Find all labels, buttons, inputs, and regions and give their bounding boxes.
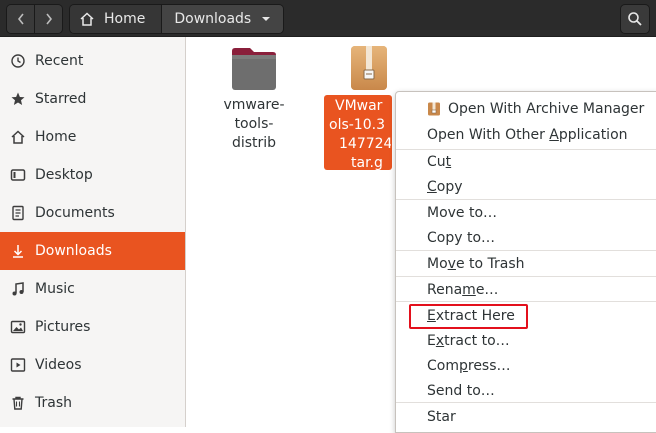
menu-separator <box>396 301 656 302</box>
picture-icon <box>10 319 26 335</box>
video-icon <box>10 357 26 373</box>
breadcrumb-downloads[interactable]: Downloads <box>161 5 284 33</box>
sidebar-item-starred[interactable]: Starred <box>0 80 185 118</box>
sidebar-item-label: Recent <box>35 53 84 69</box>
sidebar-item-label: Trash <box>35 395 72 411</box>
menu-item-label: Star <box>427 408 456 425</box>
file-name-line: 147724 <box>339 136 391 152</box>
sidebar-item-pictures[interactable]: Pictures <box>0 308 185 346</box>
mnemonic: x <box>435 332 445 349</box>
sidebar: Recent Starred Home Desktop Documents Do… <box>0 37 186 427</box>
sidebar-item-videos[interactable]: Videos <box>0 346 185 384</box>
file-name-line: VMwar <box>335 98 383 114</box>
archive-manager-icon <box>428 102 440 115</box>
menu-item-label: Rena <box>427 281 463 298</box>
sidebar-item-label: Documents <box>35 205 115 221</box>
menu-item-label: Open With Other <box>427 126 550 143</box>
menu-separator <box>396 402 656 403</box>
sidebar-item-desktop[interactable]: Desktop <box>0 156 185 194</box>
file-item-folder[interactable]: vmware- tools- distrib <box>219 47 289 153</box>
dropdown-arrow-icon <box>262 17 271 21</box>
file-name-line: vmware- <box>223 97 285 113</box>
sidebar-item-label: Downloads <box>35 243 112 259</box>
breadcrumb: Home Downloads <box>69 4 285 34</box>
mnemonic: A <box>549 126 559 143</box>
menu-item-label: Com <box>427 357 459 374</box>
trash-icon <box>10 395 26 411</box>
header-bar: Home Downloads <box>0 0 656 37</box>
menu-item-label: Cu <box>427 153 446 170</box>
breadcrumb-current-label: Downloads <box>174 11 252 27</box>
menu-item-label: Copy to… <box>427 229 496 246</box>
menu-item-extract-to[interactable]: Extract to… <box>396 328 656 353</box>
file-item-archive[interactable]: VMwar ols-10.3 147724 tar.g <box>324 45 399 171</box>
chevron-right-icon <box>45 13 52 25</box>
sidebar-item-documents[interactable]: Documents <box>0 194 185 232</box>
mnemonic: p <box>458 357 468 374</box>
star-icon <box>10 91 26 107</box>
download-icon <box>10 243 26 259</box>
search-icon <box>628 12 642 26</box>
sidebar-item-trash[interactable]: Trash <box>0 384 185 422</box>
menu-item-copy[interactable]: Copy <box>396 174 656 199</box>
archive-icon <box>351 46 387 90</box>
music-icon <box>10 281 26 297</box>
sidebar-item-label: Starred <box>35 91 87 107</box>
annotation-highlight-box <box>409 304 528 329</box>
menu-item-send-to[interactable]: Send to… <box>396 378 656 403</box>
clock-icon <box>10 53 26 69</box>
menu-item-cut[interactable]: Cut <box>396 149 656 174</box>
folder-icon <box>232 48 276 90</box>
menu-item-label: Mo <box>427 255 448 272</box>
home-icon <box>80 12 94 26</box>
menu-item-move-to-trash[interactable]: Move to Trash <box>396 251 656 276</box>
breadcrumb-home-label: Home <box>104 11 146 27</box>
context-menu: Open With Archive Manager Open With Othe… <box>395 91 656 433</box>
sidebar-item-label: Music <box>35 281 75 297</box>
mnemonic: v <box>447 255 456 272</box>
menu-item-label: ress… <box>467 357 511 374</box>
menu-item-label: Move to… <box>427 204 498 221</box>
menu-item-label: e to Trash <box>455 255 525 272</box>
home-icon <box>10 129 26 145</box>
chevron-left-icon <box>17 13 24 25</box>
menu-item-rename[interactable]: Rename… <box>396 277 656 302</box>
breadcrumb-home[interactable]: Home <box>70 5 162 33</box>
sidebar-item-downloads[interactable]: Downloads <box>0 232 185 270</box>
menu-item-label: tract to… <box>444 332 510 349</box>
menu-item-move-to[interactable]: Move to… <box>396 200 656 225</box>
menu-item-label: E <box>427 332 436 349</box>
sidebar-item-label: Desktop <box>35 167 93 183</box>
menu-item-label: pplication <box>558 126 628 143</box>
mnemonic: t <box>445 153 452 170</box>
mnemonic: m <box>462 281 476 298</box>
sidebar-item-label: Pictures <box>35 319 91 335</box>
menu-item-copy-to[interactable]: Copy to… <box>396 225 656 250</box>
back-button[interactable] <box>7 5 34 33</box>
desktop-icon <box>10 167 26 183</box>
menu-item-label: Send to… <box>427 382 495 399</box>
sidebar-item-home[interactable]: Home <box>0 118 185 156</box>
sidebar-item-label: Home <box>35 129 77 145</box>
sidebar-item-music[interactable]: Music <box>0 270 185 308</box>
menu-item-label: Open With Archive Manager <box>448 100 645 117</box>
document-icon <box>10 205 26 221</box>
menu-item-label: e… <box>475 281 499 298</box>
file-name-line: tar.g <box>351 155 383 171</box>
sidebar-item-label: Videos <box>35 357 82 373</box>
menu-item-open-with-archive-manager[interactable]: Open With Archive Manager <box>396 96 656 121</box>
file-name-line: tools- <box>234 116 274 132</box>
mnemonic: C <box>427 178 437 195</box>
menu-item-open-with-other-application[interactable]: Open With Other Application <box>396 122 656 147</box>
file-name-line: distrib <box>231 135 277 151</box>
navigation-buttons <box>6 4 63 34</box>
sidebar-item-recent[interactable]: Recent <box>0 42 185 80</box>
menu-item-star[interactable]: Star <box>396 404 656 429</box>
forward-button[interactable] <box>34 5 62 33</box>
search-button[interactable] <box>620 4 650 34</box>
menu-item-label: opy <box>436 178 463 195</box>
file-name-line: ols-10.3 <box>329 117 385 133</box>
menu-item-compress[interactable]: Compress… <box>396 353 656 378</box>
